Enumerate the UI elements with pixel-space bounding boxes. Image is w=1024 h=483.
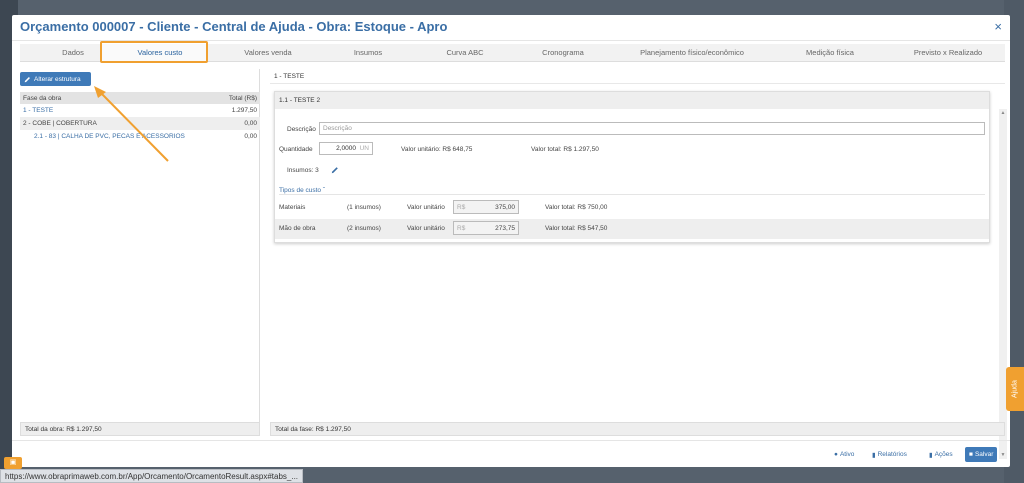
row-value: 0,00 xyxy=(244,133,257,140)
row-label: 2 - COBE | COBERTURA xyxy=(23,120,97,127)
table-row[interactable]: 1 - TESTE 1.297,50 xyxy=(20,104,260,117)
cost-unit-label: Valor unitário xyxy=(407,225,445,232)
acoes-label: Ações xyxy=(934,451,953,458)
cost-total: Valor total: R$ 547,50 xyxy=(545,225,608,232)
salvar-button[interactable]: ■ Salvar xyxy=(965,447,998,462)
action-bar: ● Ativo ▮ Relatórios ▮ Ações ■ Salvar xyxy=(12,440,1010,467)
currency-symbol: R$ xyxy=(457,225,466,232)
cost-total: Valor total: R$ 750,00 xyxy=(545,204,608,211)
table-row[interactable]: 2 - COBE | COBERTURA 0,00 xyxy=(20,117,260,130)
table-row[interactable]: 2.1 - 83 | CALHA DE PVC, PECAS E ACESSOR… xyxy=(20,130,260,143)
status-dot-icon: ● xyxy=(834,451,838,458)
tab-dados[interactable]: Dados xyxy=(48,48,98,57)
phase-table-header: Fase da obra Total (R$) xyxy=(20,92,260,104)
cost-name: Materiais xyxy=(279,204,306,211)
report-icon: ▮ xyxy=(872,451,876,459)
materiais-unit-value-input[interactable]: R$ 375,00 xyxy=(453,200,519,214)
col-fase-header: Fase da obra xyxy=(23,94,62,102)
unit-value: 273,75 xyxy=(495,225,515,232)
right-panel: 1 - TESTE 1.1 - TESTE 2 Descrição Descri… xyxy=(270,69,1007,459)
tipos-custo-toggle[interactable]: Tipos de custo ˆ xyxy=(279,187,325,194)
tab-valores-custo-highlighted-label[interactable]: Valores custo xyxy=(120,48,200,57)
currency-symbol: R$ xyxy=(457,204,466,211)
row-label: 2.1 - 83 | CALHA DE PVC, PECAS E ACESSOR… xyxy=(34,133,185,140)
save-disk-icon: ■ xyxy=(969,451,973,458)
item-card-title: 1.1 - TESTE 2 xyxy=(275,92,989,109)
row-value: 1.297,50 xyxy=(231,107,257,114)
cost-row-mao-de-obra: Mão de obra (2 insumos) Valor unitário R… xyxy=(275,219,989,239)
actions-icon: ▮ xyxy=(929,451,933,459)
tab-insumos[interactable]: Insumos xyxy=(338,48,398,57)
modal-header: Orçamento 000007 - Cliente - Central de … xyxy=(12,15,1010,41)
quantidade-input[interactable]: 2,0000 UN xyxy=(319,142,373,155)
ativo-label: Ativo xyxy=(839,451,855,458)
ativo-button[interactable]: ● Ativo xyxy=(834,447,855,462)
cost-insumos: (2 insumos) xyxy=(347,225,381,232)
alterar-estrutura-label: Alterar estrutura xyxy=(34,75,81,83)
tab-medicao-fisica[interactable]: Medição física xyxy=(790,48,870,57)
mao-de-obra-unit-value-input[interactable]: R$ 273,75 xyxy=(453,221,519,235)
valor-unitario-text: Valor unitário: R$ 648,75 xyxy=(401,146,473,153)
tab-planejamento[interactable]: Planejamento físico/econômico xyxy=(622,48,762,57)
cost-name: Mão de obra xyxy=(279,225,316,232)
tab-cronograma[interactable]: Cronograma xyxy=(528,48,598,57)
descricao-label: Descrição xyxy=(287,126,316,133)
item-card: 1.1 - TESTE 2 Descrição Descrição Quanti… xyxy=(274,91,990,243)
alterar-estrutura-button[interactable]: Alterar estrutura xyxy=(20,72,91,86)
descricao-input[interactable]: Descrição xyxy=(319,122,985,135)
row-value: 0,00 xyxy=(244,120,257,127)
quantidade-label: Quantidade xyxy=(279,146,313,153)
cost-insumos: (1 insumos) xyxy=(347,204,381,211)
budget-modal: Orçamento 000007 - Cliente - Central de … xyxy=(12,15,1010,467)
col-total-header: Total (R$) xyxy=(228,94,257,102)
close-icon[interactable]: × xyxy=(994,19,1002,34)
unit-value: 375,00 xyxy=(495,204,515,211)
modal-title: Orçamento 000007 - Cliente - Central de … xyxy=(20,19,448,34)
help-tab-label[interactable]: Ajuda xyxy=(1006,367,1024,411)
total-fase: Total da fase: R$ 1.297,50 xyxy=(270,422,1005,436)
relatorios-button[interactable]: ▮ Relatórios xyxy=(872,447,907,462)
divider xyxy=(279,194,985,195)
acoes-button[interactable]: ▮ Ações xyxy=(929,447,953,462)
edit-pencil-icon[interactable] xyxy=(331,166,339,174)
chevron-up-icon: ˆ xyxy=(322,187,326,194)
scroll-up-arrow-icon[interactable]: ▲ xyxy=(999,110,1007,116)
total-obra: Total da obra: R$ 1.297,50 xyxy=(20,422,260,436)
cost-unit-label: Valor unitário xyxy=(407,204,445,211)
insumos-count: Insumos: 3 xyxy=(287,167,319,174)
pencil-icon xyxy=(24,76,30,82)
phase-table: Fase da obra Total (R$) 1 - TESTE 1.297,… xyxy=(20,92,260,143)
chat-icon[interactable]: ▣ xyxy=(4,457,22,469)
tab-valores-venda[interactable]: Valores venda xyxy=(228,48,308,57)
status-bar-url: https://www.obraprimaweb.com.br/App/Orca… xyxy=(0,469,304,483)
row-label: 1 - TESTE xyxy=(23,107,54,114)
tab-curva-abc[interactable]: Curva ABC xyxy=(430,48,500,57)
cost-row-materiais: Materiais (1 insumos) Valor unitário R$ … xyxy=(275,198,989,218)
left-panel: Alterar estrutura Fase da obra Total (R$… xyxy=(20,69,260,424)
phase-header: 1 - TESTE xyxy=(270,69,1005,84)
quantidade-value: 2,0000 xyxy=(336,145,356,152)
tab-previsto-realizado[interactable]: Previsto x Realizado xyxy=(898,48,998,57)
tipos-custo-label: Tipos de custo xyxy=(279,187,322,194)
relatorios-label: Relatórios xyxy=(877,451,907,458)
salvar-label: Salvar xyxy=(974,451,994,458)
quantidade-unit: UN xyxy=(359,145,369,152)
valor-total-text: Valor total: R$ 1.297,50 xyxy=(531,146,599,153)
